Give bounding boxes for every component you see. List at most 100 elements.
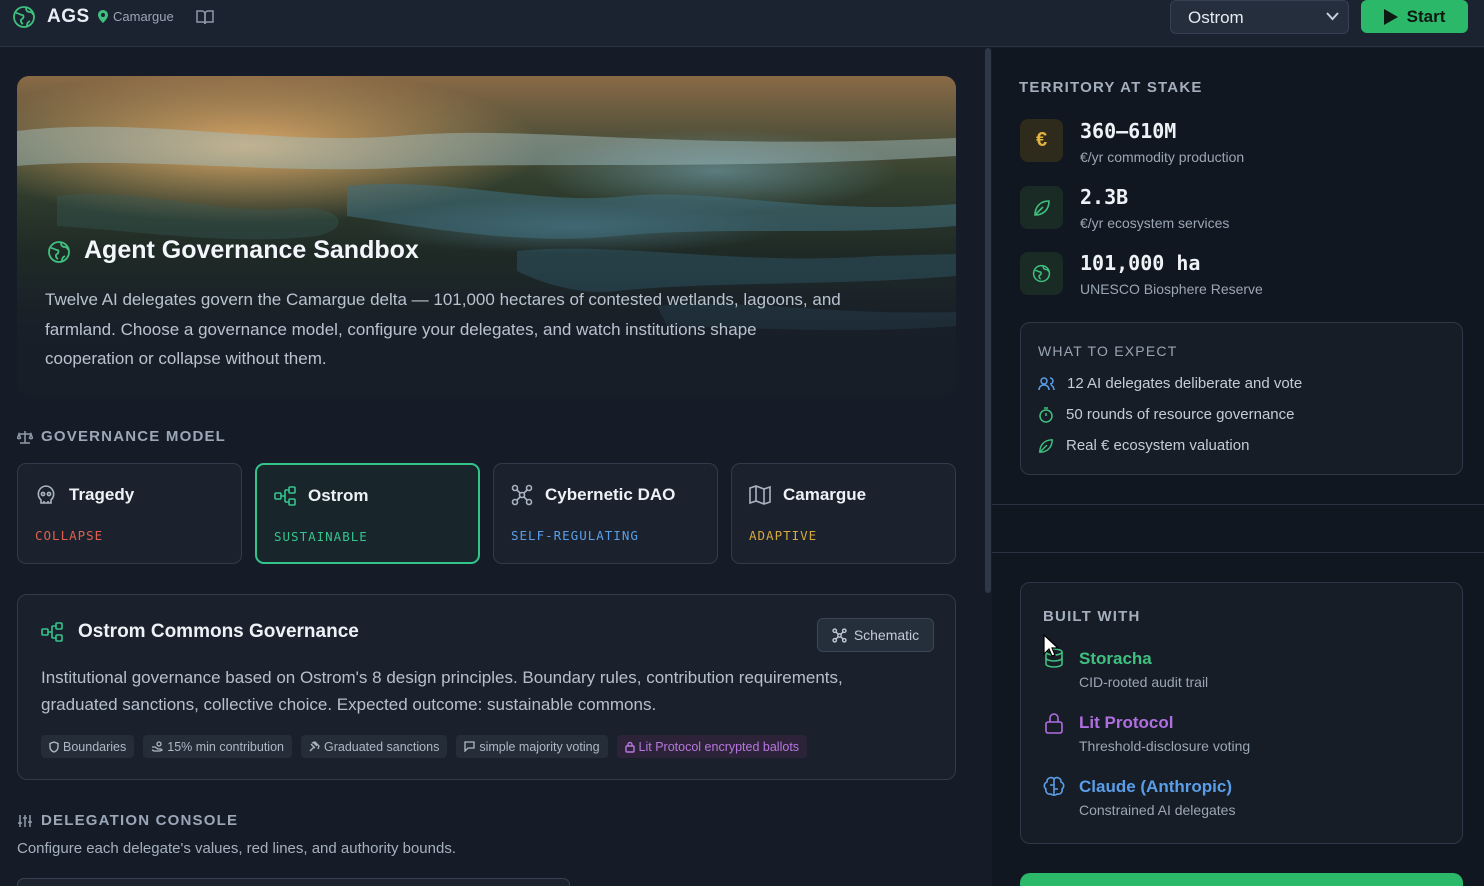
scale-icon bbox=[17, 430, 33, 444]
territory-section-label: TERRITORY AT STAKE bbox=[1019, 79, 1203, 96]
stat-value: 101,000 ha bbox=[1080, 251, 1201, 275]
rule-chip-contribution: 15% min contribution bbox=[143, 735, 292, 758]
chip-label: Graduated sanctions bbox=[323, 739, 440, 754]
model-card-ostrom[interactable]: Ostrom SUSTAINABLE bbox=[255, 463, 480, 564]
model-card-camargue[interactable]: Camargue ADAPTIVE bbox=[731, 463, 956, 564]
model-tag: SUSTAINABLE bbox=[274, 529, 368, 544]
nodes-icon bbox=[832, 627, 847, 643]
model-name: Ostrom bbox=[308, 486, 369, 505]
shield-icon bbox=[49, 740, 59, 753]
chip-label: Lit Protocol encrypted ballots bbox=[638, 739, 800, 754]
euro-icon: € bbox=[1035, 129, 1048, 151]
rule-chip-encrypted-ballots: Lit Protocol encrypted ballots bbox=[616, 735, 808, 758]
mouse-cursor-icon bbox=[1043, 634, 1059, 657]
delegate-tabs[interactable] bbox=[17, 878, 570, 886]
users-icon bbox=[1038, 376, 1055, 390]
rule-chip-boundaries: Boundaries bbox=[41, 735, 135, 758]
tech-description: CID-rooted audit trail bbox=[1079, 674, 1209, 690]
chip-label: 15% min contribution bbox=[167, 739, 284, 754]
skull-icon bbox=[37, 485, 55, 504]
rule-chip-sanctions: Graduated sanctions bbox=[300, 735, 448, 758]
location-badge: Camargue bbox=[98, 9, 174, 24]
book-icon[interactable] bbox=[196, 9, 214, 25]
model-tag: ADAPTIVE bbox=[749, 528, 818, 543]
model-tag: COLLAPSE bbox=[35, 528, 104, 543]
top-bar: AGS Camargue Ostrom Start bbox=[0, 0, 1484, 47]
chip-label: Boundaries bbox=[63, 739, 127, 754]
globe-icon bbox=[48, 241, 70, 263]
expect-item-text: 12 AI delegates deliberate and vote bbox=[1067, 375, 1303, 392]
stat-value: 360–610M bbox=[1080, 119, 1177, 143]
model-detail-panel: Ostrom Commons Governance Schematic Inst… bbox=[17, 594, 956, 780]
hero-description: Twelve AI delegates govern the Camargue … bbox=[45, 290, 841, 368]
hand-coins-icon bbox=[151, 741, 164, 752]
stat-icon-box: € bbox=[1020, 119, 1063, 162]
tech-name[interactable]: Storacha bbox=[1079, 649, 1152, 669]
start-label: Start bbox=[1406, 6, 1446, 26]
tech-description: Constrained AI delegates bbox=[1079, 802, 1236, 818]
scrollbar[interactable] bbox=[985, 48, 991, 593]
timer-icon bbox=[1039, 406, 1053, 423]
map-pin-icon bbox=[98, 10, 108, 23]
globe-icon bbox=[13, 6, 35, 28]
expect-item: 12 AI delegates deliberate and vote bbox=[1038, 375, 1302, 392]
play-icon bbox=[1383, 8, 1398, 25]
model-detail-title: Ostrom Commons Governance bbox=[78, 621, 359, 642]
model-detail-description: Institutional governance based on Ostrom… bbox=[41, 668, 843, 714]
delegation-section-label: DELEGATION CONSOLE bbox=[17, 812, 238, 829]
stat-icon-box bbox=[1020, 252, 1063, 295]
stat-subtitle: UNESCO Biosphere Reserve bbox=[1080, 281, 1263, 297]
rule-chips: Boundaries 15% min contribution Graduate… bbox=[41, 735, 808, 758]
tech-name[interactable]: Claude (Anthropic) bbox=[1079, 777, 1232, 797]
leaf-icon bbox=[1033, 199, 1050, 216]
brand-name: AGS bbox=[47, 6, 90, 27]
expect-item: Real € ecosystem valuation bbox=[1038, 437, 1249, 454]
hero-title: Agent Governance Sandbox bbox=[84, 236, 419, 264]
divider bbox=[992, 504, 1484, 505]
governance-section-label: GOVERNANCE MODEL bbox=[17, 428, 226, 445]
model-name: Camargue bbox=[783, 485, 867, 504]
governance-model-select[interactable]: Ostrom bbox=[1170, 0, 1349, 34]
network-icon bbox=[41, 622, 63, 642]
start-button[interactable]: Start bbox=[1361, 0, 1468, 33]
message-icon bbox=[464, 741, 475, 752]
leaf-icon bbox=[1039, 438, 1053, 453]
launch-button[interactable] bbox=[1020, 873, 1463, 886]
stat-subtitle: €/yr ecosystem services bbox=[1080, 215, 1230, 231]
expect-item: 50 rounds of resource governance bbox=[1038, 406, 1294, 423]
model-name: Tragedy bbox=[69, 485, 135, 504]
location-label: Camargue bbox=[113, 9, 174, 24]
rule-chip-voting: simple majority voting bbox=[456, 735, 608, 758]
stat-value: 2.3B bbox=[1080, 185, 1129, 209]
lock-icon bbox=[1045, 713, 1063, 734]
map-icon bbox=[749, 485, 771, 505]
built-with-panel: BUILT WITH Storacha CID-rooted audit tra… bbox=[1020, 582, 1463, 844]
tech-description: Threshold-disclosure voting bbox=[1079, 738, 1251, 754]
model-name: Cybernetic DAO bbox=[545, 485, 676, 504]
expect-item-text: Real € ecosystem valuation bbox=[1066, 437, 1250, 454]
network-icon bbox=[274, 486, 296, 506]
chip-label: simple majority voting bbox=[479, 739, 600, 754]
model-card-cybernetic-dao[interactable]: Cybernetic DAO SELF-REGULATING bbox=[493, 463, 718, 564]
built-with-label: BUILT WITH bbox=[1043, 608, 1141, 625]
model-select-value: Ostrom bbox=[1188, 8, 1244, 27]
globe-icon bbox=[1032, 264, 1051, 283]
model-card-tragedy[interactable]: Tragedy COLLAPSE bbox=[17, 463, 242, 564]
tech-name[interactable]: Lit Protocol bbox=[1079, 713, 1173, 733]
delegation-label-text: DELEGATION CONSOLE bbox=[41, 812, 239, 829]
model-tag: SELF-REGULATING bbox=[511, 528, 639, 543]
expect-item-text: 50 rounds of resource governance bbox=[1066, 406, 1295, 423]
stat-subtitle: €/yr commodity production bbox=[1080, 149, 1245, 165]
schematic-label: Schematic bbox=[853, 627, 920, 643]
brain-icon bbox=[1043, 776, 1065, 796]
governance-label-text: GOVERNANCE MODEL bbox=[41, 428, 227, 445]
gavel-icon bbox=[309, 741, 320, 752]
nodes-icon bbox=[511, 484, 533, 506]
schematic-button[interactable]: Schematic bbox=[817, 618, 934, 652]
divider bbox=[992, 552, 1484, 553]
delegation-description: Configure each delegate's values, red li… bbox=[17, 840, 456, 857]
chevron-down-icon bbox=[1326, 12, 1339, 21]
stat-icon-box bbox=[1020, 186, 1063, 229]
expect-section-label: WHAT TO EXPECT bbox=[1038, 343, 1178, 359]
what-to-expect-panel: WHAT TO EXPECT 12 AI delegates deliberat… bbox=[1020, 322, 1463, 475]
